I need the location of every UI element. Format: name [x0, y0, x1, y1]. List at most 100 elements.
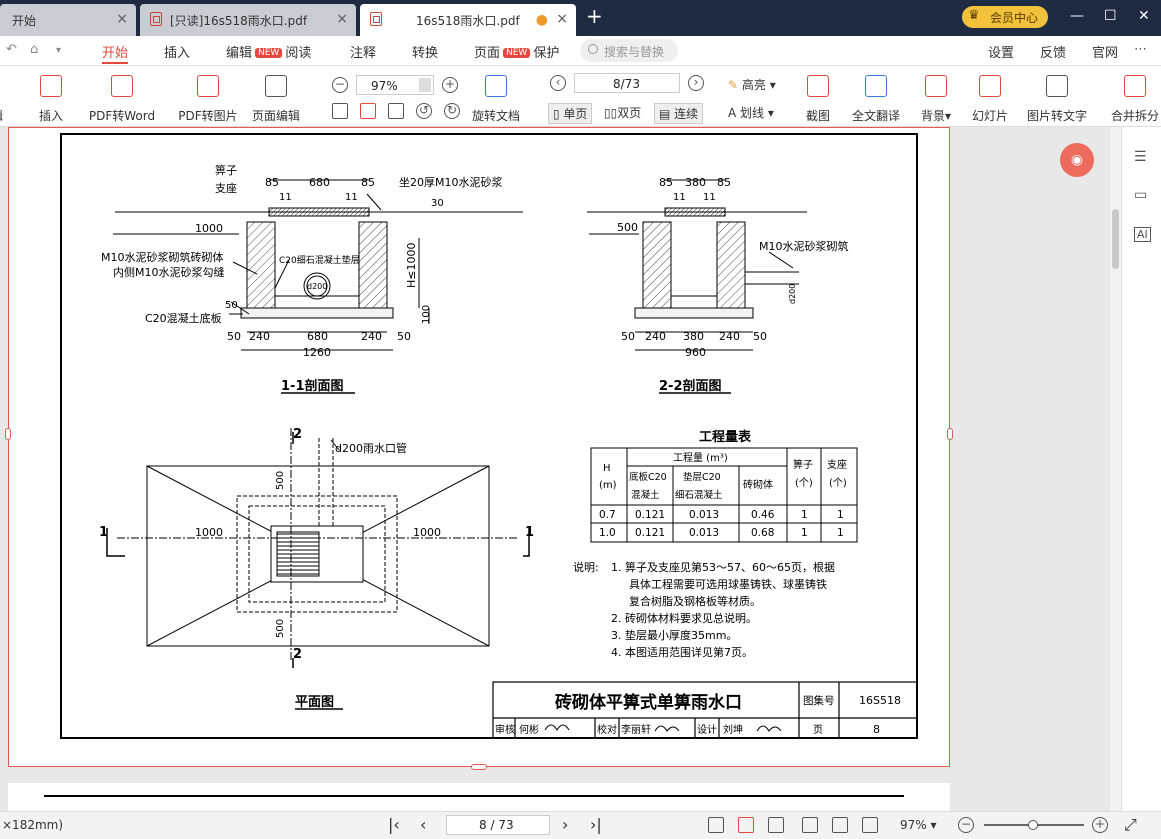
status-page-input[interactable]: 8 / 73 — [446, 815, 550, 835]
double-page-view-icon[interactable] — [862, 817, 878, 833]
tab-readonly-pdf[interactable]: [只读]16s518雨水口.pdf × — [140, 4, 356, 36]
insert-tool[interactable]: 插入 — [26, 67, 76, 127]
slideshow-tool[interactable]: 幻灯片 — [968, 67, 1012, 127]
rotate-right-icon[interactable]: ↻ — [444, 103, 460, 119]
menu-edit[interactable]: 编辑 NEW 阅读 — [226, 42, 311, 61]
dropdown-chevron-icon[interactable]: ▾ — [56, 45, 61, 56]
tab-bar: 开始 × [只读]16s518雨水口.pdf × 16s518雨水口.pdf ●… — [0, 0, 1161, 36]
note-line: 具体工程需要可选用球墨铸铁、球墨铸铁 — [629, 577, 827, 591]
fit-page-icon[interactable] — [332, 103, 348, 119]
pdf-to-word-tool[interactable]: PDF转Word — [82, 67, 162, 127]
vertical-scrollbar[interactable] — [1110, 127, 1121, 811]
continuous-button[interactable]: ▤ 连续 — [654, 103, 704, 124]
menu-insert[interactable]: 插入 — [164, 42, 190, 61]
search-input[interactable]: 搜索与替换 — [580, 39, 678, 62]
resize-handle-right[interactable] — [947, 428, 953, 440]
menu-annotate[interactable]: 注释 — [350, 42, 376, 61]
new-badge: NEW — [255, 48, 283, 58]
fullscreen-icon[interactable]: ⤢ — [1124, 815, 1137, 835]
ai-icon[interactable]: AI — [1134, 227, 1151, 242]
more-icon[interactable]: ⋯ — [1134, 42, 1147, 57]
sliders-icon[interactable]: ☰ — [1134, 149, 1147, 165]
vip-center-button[interactable]: ♛ 会员中心 — [962, 6, 1048, 28]
close-icon[interactable]: × — [336, 11, 348, 27]
page-edit-tool[interactable]: 页面编辑 — [248, 67, 304, 127]
translate-tool[interactable]: 全文翻译 — [846, 67, 906, 127]
next-page-icon[interactable]: › — [688, 75, 704, 91]
tab-label: 16s518雨水口.pdf — [416, 14, 520, 28]
prev-page-icon[interactable]: ‹ — [420, 815, 426, 834]
tool-label: PDF转图片 — [178, 109, 238, 123]
fit-width-icon[interactable] — [738, 817, 754, 833]
rotate-left-icon[interactable]: ↺ — [416, 103, 432, 119]
prev-page-icon[interactable]: ‹ — [550, 75, 566, 91]
status-zoom[interactable]: 97% ▾ — [900, 818, 937, 832]
document-viewport[interactable]: 箅子 支座 85 680 85 11 11 坐20厚M10水泥砂浆 30 100… — [0, 127, 1121, 811]
new-badge: NEW — [503, 48, 531, 58]
strike-tool[interactable]: A 划线 ▾ — [728, 104, 774, 121]
next-page-icon[interactable]: › — [562, 815, 568, 834]
resize-handle-left[interactable] — [5, 428, 11, 440]
dim-50: 50 — [225, 300, 238, 311]
zoom-in-icon[interactable]: + — [442, 77, 458, 93]
undo-icon[interactable]: ↶ — [6, 42, 17, 57]
tool-label: 页面编辑 — [251, 109, 300, 123]
rotate-document-tool[interactable]: 旋转文档 — [468, 67, 524, 127]
comment-icon[interactable]: ▭ — [1134, 187, 1147, 203]
edit-tool-cut[interactable]: 辑 — [0, 67, 10, 127]
menu-feedback[interactable]: 反馈 — [1040, 42, 1066, 61]
continuous-view-icon[interactable] — [832, 817, 848, 833]
zoom-slider[interactable] — [984, 820, 1084, 830]
first-page-icon[interactable]: |‹ — [388, 815, 400, 834]
background-tool[interactable]: 背景▾ — [914, 67, 958, 127]
title-plan: 平面图 — [295, 695, 334, 710]
zoom-slider-thumb[interactable] — [1028, 820, 1038, 830]
actual-size-icon[interactable] — [388, 103, 404, 119]
close-window-icon[interactable]: ✕ — [1138, 8, 1150, 24]
new-tab-plus-icon[interactable]: + — [586, 4, 603, 28]
menu-page[interactable]: 页面 NEW 保护 — [474, 42, 559, 61]
fit-width-icon[interactable] — [360, 103, 376, 119]
single-page-view-icon[interactable] — [802, 817, 818, 833]
actual-size-icon[interactable] — [768, 817, 784, 833]
fit-page-icon[interactable] — [708, 817, 724, 833]
svg-text:0.46: 0.46 — [751, 509, 775, 521]
zoom-out-icon[interactable]: − — [958, 817, 974, 833]
dim-50-bl: 50 — [227, 330, 241, 343]
tab-start[interactable]: 开始 × — [0, 4, 136, 36]
merge-split-tool[interactable]: 合并拆分 — [1100, 67, 1161, 127]
zoom-select[interactable]: 97% — [356, 75, 434, 95]
close-icon[interactable]: × — [116, 11, 128, 27]
minimize-icon[interactable]: — — [1070, 8, 1084, 24]
menu-settings[interactable]: 设置 — [988, 42, 1014, 61]
menu-start[interactable]: 开始 — [102, 42, 129, 64]
pdf-to-image-tool[interactable]: PDF转图片 — [172, 67, 244, 127]
pdf-page[interactable]: 箅子 支座 85 680 85 11 11 坐20厚M10水泥砂浆 30 100… — [5, 127, 953, 770]
double-page-button[interactable]: ▯▯双页 — [604, 104, 641, 121]
dim-11-l-22: 11 — [673, 192, 686, 203]
menu-convert[interactable]: 转换 — [412, 42, 438, 61]
zoom-in-icon[interactable]: + — [1092, 817, 1108, 833]
page-number: 8 — [873, 723, 880, 736]
menu-read-label: 阅读 — [285, 46, 312, 61]
close-icon[interactable]: × — [556, 11, 568, 27]
notes-label: 说明: — [573, 560, 599, 574]
menu-website[interactable]: 官网 — [1092, 42, 1118, 61]
highlight-tool[interactable]: ✎ 高亮 ▾ — [728, 76, 776, 93]
page-number-input[interactable]: 8/73 — [574, 73, 680, 93]
screenshot-tool[interactable]: 截图 — [796, 67, 840, 127]
scroll-thumb[interactable] — [1112, 209, 1119, 269]
next-pdf-page[interactable] — [8, 783, 950, 811]
last-page-icon[interactable]: ›| — [590, 815, 602, 834]
floating-wps-icon[interactable]: ◉ — [1060, 143, 1094, 177]
single-page-button[interactable]: ▯ 单页 — [548, 103, 593, 124]
maximize-icon[interactable]: ☐ — [1104, 8, 1117, 24]
zoom-out-icon[interactable]: − — [332, 77, 348, 93]
tab-active-pdf[interactable]: 16s518雨水口.pdf ● × — [360, 4, 576, 36]
signature-mark — [544, 724, 570, 731]
image-to-text-tool[interactable]: 图片转文字 — [1022, 67, 1092, 127]
pdf-icon — [150, 12, 162, 26]
dim-85-left: 85 — [265, 176, 279, 189]
home-icon[interactable]: ⌂ — [30, 42, 38, 57]
resize-handle-bottom[interactable] — [471, 764, 487, 770]
